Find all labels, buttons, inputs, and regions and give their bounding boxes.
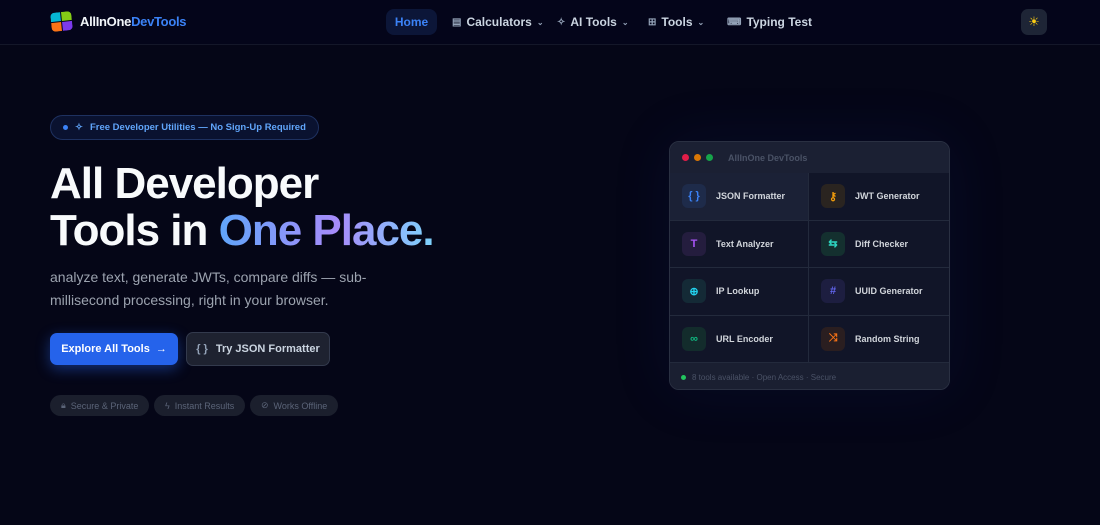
nav-calculators[interactable]: ▤ Calculators ⌄: [452, 9, 544, 35]
chip-offline: ⊘ Works Offline: [250, 395, 339, 416]
maximize-dot: [706, 154, 713, 161]
bolt-icon: ϟ: [165, 400, 170, 411]
lock-icon: 🔒︎: [61, 400, 66, 410]
try-json-formatter-button[interactable]: { } Try JSON Formatter: [186, 332, 330, 366]
tool-label: UUID Generator: [855, 286, 923, 297]
logo[interactable]: AllInOneDevTools: [50, 10, 187, 33]
nav-label: Calculators: [466, 15, 532, 29]
tool-label: Random String: [855, 333, 920, 344]
badge-text: Free Developer Utilities — No Sign-Up Re…: [89, 122, 306, 133]
ip-lookup-icon: ⊕: [682, 279, 706, 304]
keyboard-icon: ⌨: [727, 16, 742, 28]
nav-tools[interactable]: ⊞ Tools ⌄: [648, 9, 704, 35]
status-dot: [681, 375, 686, 380]
tool-label: JWT Generator: [855, 191, 920, 202]
diff-checker-icon: ⇆: [821, 231, 845, 256]
tool-item[interactable]: T Text Analyzer: [670, 220, 809, 268]
window-footer: 8 tools available · Open Access · Secure: [670, 363, 949, 389]
footer-text: 8 tools available · Open Access · Secure: [692, 373, 837, 382]
calculator-icon: ▤: [452, 16, 462, 28]
logo-text: AllInOneDevTools: [80, 14, 187, 29]
chevron-down-icon: ⌄: [621, 17, 629, 27]
nav-home[interactable]: Home: [386, 9, 437, 35]
hero-title: All Developer Tools in One Place.: [50, 159, 435, 255]
uuid-generator-icon: #: [821, 279, 845, 304]
chip-secure: 🔒︎ Secure & Private: [50, 395, 150, 416]
nav-ai-tools[interactable]: ✧ AI Tools ⌄: [557, 9, 629, 35]
sun-icon: ☀: [1028, 14, 1040, 29]
tool-item[interactable]: ⚷ JWT Generator: [809, 173, 949, 221]
explore-all-tools-button[interactable]: Explore All Tools →: [50, 333, 178, 365]
tool-label: JSON Formatter: [716, 191, 786, 202]
tool-label: URL Encoder: [716, 333, 773, 344]
tool-label: Diff Checker: [855, 238, 909, 249]
tools-preview-window: AllInOne DevTools { } JSON Formatter ⚷ JWT …: [669, 141, 950, 390]
window-titlebar: AllInOne DevTools: [670, 142, 949, 173]
tool-item[interactable]: # UUID Generator: [809, 268, 949, 316]
hero-badge: ✧ Free Developer Utilities — No Sign-Up R…: [50, 115, 319, 140]
nav-typing-test[interactable]: ⌨ Typing Test: [727, 9, 812, 35]
nav-label: Tools: [661, 15, 693, 29]
tool-label: IP Lookup: [716, 286, 760, 297]
tool-item[interactable]: ⊕ IP Lookup: [670, 268, 809, 316]
json-formatter-icon: { }: [682, 184, 706, 209]
theme-toggle-button[interactable]: ☀: [1021, 9, 1047, 35]
nav-home-label: Home: [394, 15, 429, 29]
minimize-dot: [694, 154, 701, 161]
chip-instant: ϟ Instant Results: [154, 395, 246, 416]
wifi-off-icon: ⊘: [261, 400, 269, 410]
chevron-down-icon: ⌄: [536, 17, 544, 27]
tool-item[interactable]: ∞ URL Encoder: [670, 315, 809, 363]
logo-icon: [50, 10, 73, 33]
sparkles-icon: ✧: [557, 16, 566, 28]
tool-grid: { } JSON Formatter ⚷ JWT Generator T Text Ana…: [670, 173, 949, 363]
random-string-icon: ⤨: [821, 326, 845, 351]
button-label: Explore All Tools: [61, 343, 150, 355]
jwt-generator-icon: ⚷: [821, 184, 845, 209]
url-encoder-icon: ∞: [682, 326, 706, 351]
close-dot: [682, 154, 689, 161]
window-title: AllInOne DevTools: [728, 152, 808, 163]
button-label: Try JSON Formatter: [215, 343, 320, 355]
tool-item[interactable]: { } JSON Formatter: [670, 173, 809, 221]
hero-subtitle: analyze text, generate JWTs, compare dif…: [50, 269, 367, 308]
tool-label: Text Analyzer: [716, 238, 774, 249]
tool-item[interactable]: ⤨ Random String: [809, 316, 949, 363]
grid-icon: ⊞: [648, 16, 657, 28]
dot-icon: [63, 125, 68, 130]
text-analyzer-icon: T: [682, 231, 706, 256]
arrow-right-icon: →: [155, 343, 167, 355]
nav-label: Typing Test: [746, 15, 812, 29]
sparkles-icon: ✧: [75, 122, 83, 133]
braces-icon: { }: [196, 343, 208, 355]
nav-label: AI Tools: [570, 15, 617, 29]
tool-item[interactable]: ⇆ Diff Checker: [809, 221, 949, 268]
top-nav: AllInOneDevTools Home ▤ Calculators ⌄ ✧ AI …: [0, 0, 1100, 45]
chevron-down-icon: ⌄: [697, 17, 705, 27]
